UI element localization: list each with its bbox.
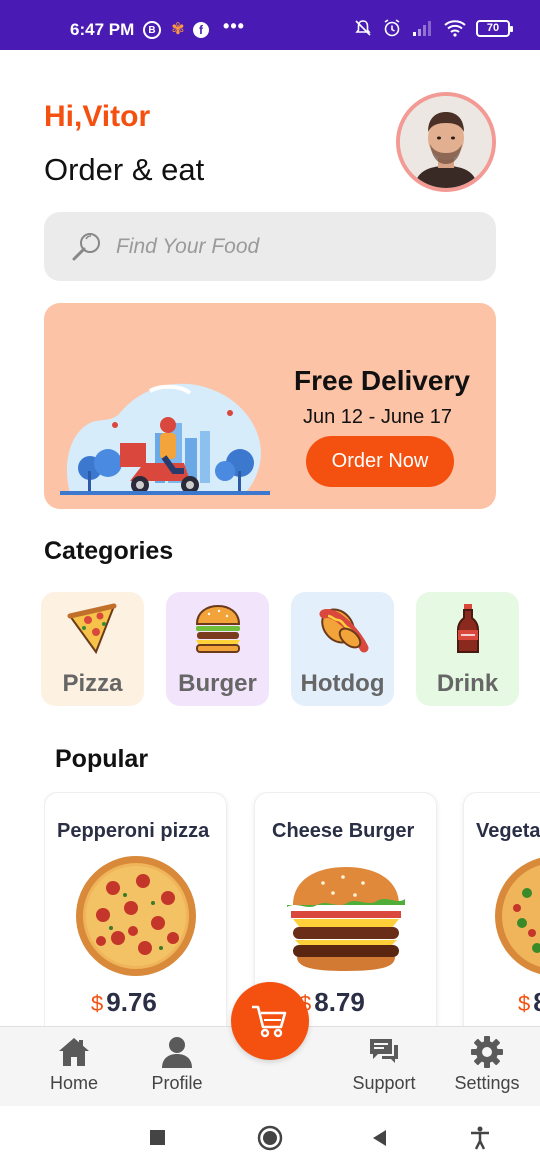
price-value: 8.79 [314, 987, 365, 1017]
more-dots-icon: ••• [223, 15, 245, 36]
home-icon [59, 1038, 89, 1066]
settings-icon [471, 1036, 503, 1068]
cheese-burger-image [287, 867, 405, 971]
category-hotdog[interactable]: Hotdog [291, 592, 394, 706]
page-subtitle: Order & eat [44, 152, 205, 187]
status-right-icons: 70 [354, 18, 513, 38]
alarm-icon [384, 19, 400, 37]
nav-settings[interactable]: Settings [448, 1027, 526, 1107]
category-burger[interactable]: Burger [166, 592, 269, 706]
nav-label: Profile [151, 1073, 203, 1093]
popular-item-vegetarian[interactable]: Vegeta $8 [463, 792, 540, 1032]
banner-title: Free Delivery [294, 365, 470, 396]
promo-banner[interactable]: Free Delivery Jun 12 - June 17 Order Now [44, 303, 496, 509]
search-bar[interactable] [44, 212, 496, 281]
k-icon: ✾ [171, 21, 185, 38]
price-value: 9.76 [106, 987, 157, 1017]
avatar-image [400, 96, 492, 188]
search-input[interactable] [116, 234, 416, 259]
category-label: Pizza [62, 670, 123, 697]
cart-icon [252, 1005, 287, 1038]
b-icon: B [143, 21, 161, 39]
nav-home[interactable]: Home [40, 1027, 108, 1107]
nav-profile[interactable]: Profile [142, 1027, 212, 1107]
currency-symbol: $ [91, 991, 104, 1016]
popular-item-pepperoni-pizza[interactable]: Pepperoni pizza $9.76 [44, 792, 227, 1032]
popular-title: Popular [55, 745, 149, 773]
system-nav-bar [0, 1106, 540, 1170]
veggie-pizza-image [495, 857, 540, 975]
search-icon [72, 232, 100, 260]
category-label: Hotdog [300, 670, 385, 697]
drink-icon [456, 604, 479, 653]
accessibility-icon [471, 1126, 489, 1150]
facebook-icon: f [193, 22, 209, 38]
category-label: Drink [436, 670, 499, 697]
cart-button[interactable] [231, 982, 309, 1060]
item-price: $8 [518, 987, 540, 1018]
item-price: $8.79 [299, 987, 365, 1018]
pizza-icon [67, 603, 116, 655]
order-now-button[interactable]: Order Now [306, 436, 454, 487]
category-pizza[interactable]: Pizza [41, 592, 144, 706]
item-name: Vegeta [476, 820, 540, 842]
nav-label: Home [49, 1073, 98, 1093]
nav-support[interactable]: Support [344, 1027, 424, 1107]
hotdog-icon [319, 608, 368, 653]
wifi-icon [444, 20, 466, 37]
item-name: Pepperoni pizza [57, 820, 210, 842]
recents-button[interactable] [144, 1124, 172, 1152]
banner-dates: Jun 12 - June 17 [303, 406, 452, 428]
avatar[interactable] [396, 92, 496, 192]
back-button[interactable] [366, 1124, 394, 1152]
item-price: $9.76 [91, 987, 157, 1018]
support-icon [370, 1039, 398, 1063]
nav-label: Support [352, 1073, 416, 1093]
pepperoni-pizza-image [76, 856, 196, 976]
nav-label: Settings [454, 1073, 520, 1093]
battery-icon: 70 [476, 19, 513, 37]
square-icon [150, 1130, 165, 1145]
status-bar: 6:47 PM B ✾ f ••• 70 [0, 0, 540, 50]
item-name: Cheese Burger [272, 820, 415, 842]
category-drink[interactable]: Drink [416, 592, 519, 706]
currency-symbol: $ [518, 991, 531, 1016]
mute-icon [355, 20, 371, 36]
accessibility-button[interactable] [466, 1124, 494, 1152]
status-time: 6:47 PM [70, 20, 135, 39]
burger-icon [195, 604, 240, 653]
greeting-text: Hi,Vitor [44, 100, 151, 133]
back-triangle-icon [373, 1130, 386, 1146]
signal-icon [413, 21, 431, 36]
battery-level: 70 [486, 22, 500, 34]
home-system-button[interactable] [256, 1124, 284, 1152]
profile-icon [162, 1037, 192, 1068]
price-value: 8 [533, 987, 540, 1017]
delivery-illustration [60, 383, 270, 495]
category-list: Pizza Burger Hotdog Drink [41, 592, 519, 706]
category-label: Burger [178, 670, 257, 697]
circle-icon [257, 1125, 283, 1151]
categories-title: Categories [44, 537, 174, 565]
